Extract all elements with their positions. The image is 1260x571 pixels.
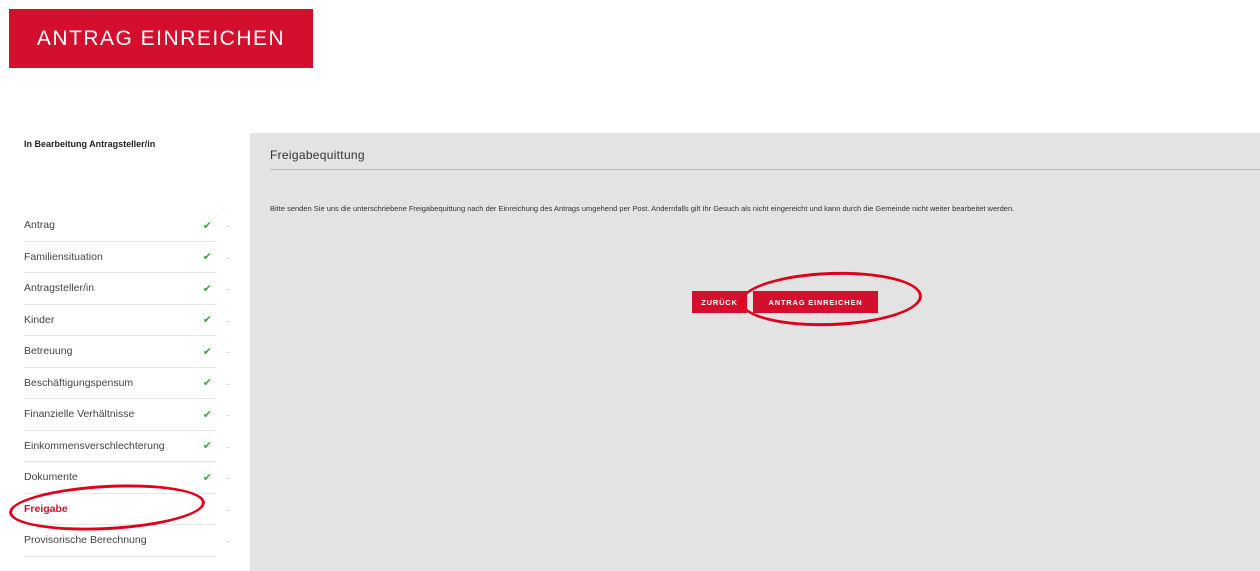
divider (226, 226, 230, 227)
back-button[interactable]: ZURÜCK (692, 291, 747, 313)
divider (226, 320, 230, 322)
sidebar-item-provisorische-berechnung[interactable]: Provisorische Berechnung (24, 525, 230, 557)
check-icon: ✔ (202, 408, 212, 421)
submit-application-button[interactable]: ANTRAG EINREICHEN (753, 291, 878, 313)
check-icon: ✔ (202, 377, 212, 390)
divider (226, 257, 230, 259)
sidebar-item-label: Betreuung (24, 345, 73, 358)
sidebar-item-dokumente[interactable]: Dokumente ✔ (24, 462, 230, 494)
sidebar-item-label: Finanzielle Verhältnisse (24, 408, 135, 421)
sidebar-item-label: Kinder (24, 313, 55, 326)
sidebar-item-antrag[interactable]: Antrag ✔ (24, 210, 230, 242)
sidebar-item-betreuung[interactable]: Betreuung ✔ (24, 336, 230, 368)
sidebar-nav: Antrag ✔ Familiensituation ✔ Antragstell… (24, 210, 230, 557)
sidebar-item-label: Beschäftigungspensum (24, 376, 134, 389)
sidebar-item-label: Freigabe (24, 502, 68, 515)
sidebar-item-label: Provisorische Berechnung (24, 534, 147, 547)
status-label: In Bearbeitung Antragsteller/in (24, 139, 156, 149)
divider (226, 289, 230, 290)
check-icon: ✔ (202, 440, 212, 453)
info-text: Bitte senden Sie uns die unterschriebene… (270, 204, 1015, 213)
divider (226, 478, 230, 479)
sidebar-item-antragsteller[interactable]: Antragsteller/in ✔ (24, 273, 230, 305)
sidebar-item-familiensituation[interactable]: Familiensituation ✔ (24, 242, 230, 273)
divider (226, 446, 230, 448)
sidebar-item-einkommensverschlechterung[interactable]: Einkommensverschlechterung ✔ (24, 431, 230, 462)
sidebar-item-beschaeftigungspensum[interactable]: Beschäftigungspensum ✔ (24, 368, 230, 399)
divider (226, 509, 230, 511)
divider (226, 541, 230, 542)
sidebar-item-label: Antrag (24, 219, 55, 232)
sidebar-item-label: Antragsteller/in (24, 282, 95, 295)
check-icon: ✔ (202, 345, 212, 358)
sidebar-item-freigabe[interactable]: Freigabe (24, 494, 230, 525)
check-icon: ✔ (202, 471, 212, 484)
sidebar-item-kinder[interactable]: Kinder ✔ (24, 305, 230, 336)
section-title: Freigabequittung (270, 148, 1260, 170)
sidebar-item-label: Familiensituation (24, 250, 103, 263)
divider (226, 415, 230, 416)
check-icon: ✔ (202, 219, 212, 232)
main-panel: Freigabequittung Bitte senden Sie uns di… (250, 133, 1260, 571)
divider (226, 383, 230, 385)
divider (226, 352, 230, 353)
sidebar-item-label: Dokumente (24, 471, 78, 484)
submit-application-banner[interactable]: ANTRAG EINREICHEN (9, 9, 313, 68)
sidebar-item-finanzielle-verhaeltnisse[interactable]: Finanzielle Verhältnisse ✔ (24, 399, 230, 431)
check-icon: ✔ (202, 282, 212, 295)
check-icon: ✔ (202, 251, 212, 264)
check-icon: ✔ (202, 314, 212, 327)
sidebar-item-label: Einkommensverschlechterung (24, 439, 165, 452)
